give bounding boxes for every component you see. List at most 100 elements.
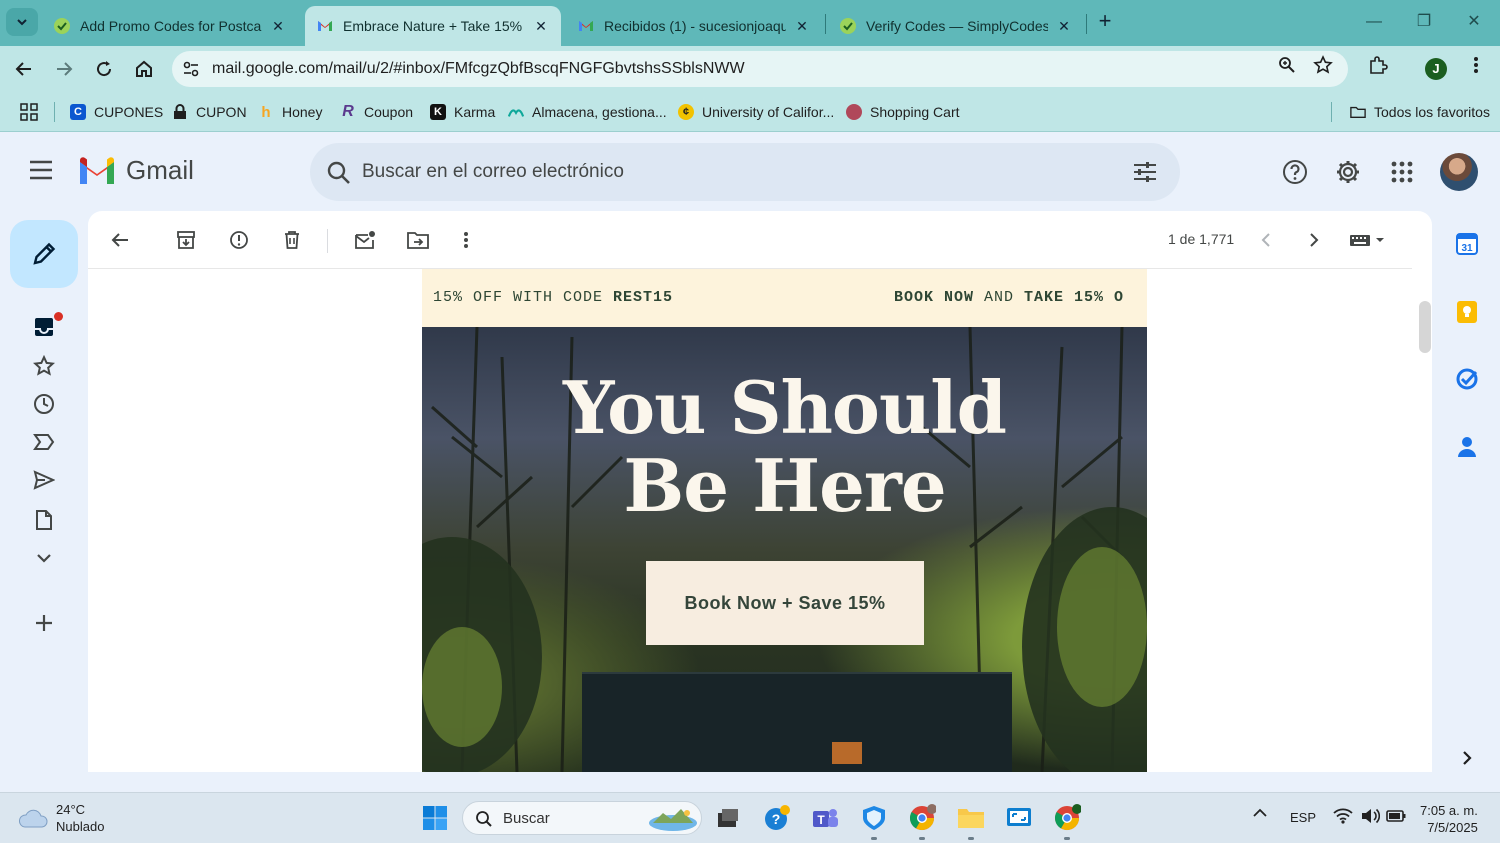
tab-add-promo-codes[interactable]: Add Promo Codes for Postcard ✕ [42, 6, 298, 46]
bookmark-honey[interactable]: h Honey [258, 102, 322, 122]
calendar-icon[interactable]: 31 [1454, 231, 1480, 257]
teams-icon[interactable]: T [810, 803, 840, 833]
move-to-folder-icon[interactable] [406, 228, 430, 252]
address-bar[interactable]: mail.google.com/mail/u/2/#inbox/FMfcgzQb… [172, 51, 1348, 87]
karma-logo-icon: K [430, 104, 446, 120]
start-windows-icon[interactable] [420, 803, 450, 833]
bookmark-label: University of Califor... [702, 104, 835, 120]
delete-trash-icon[interactable] [280, 228, 304, 252]
bookmark-cupones[interactable]: C CUPONES [70, 102, 163, 122]
settings-gear-icon[interactable] [1334, 158, 1362, 186]
profile-avatar[interactable]: J [1425, 58, 1447, 80]
starred-icon[interactable] [30, 352, 58, 380]
scrollbar-thumb[interactable] [1419, 301, 1431, 353]
bookmark-almacena[interactable]: Almacena, gestiona... [508, 102, 667, 122]
bookmark-coupon[interactable]: R Coupon [340, 102, 413, 122]
expand-panel-chevron-icon[interactable] [1454, 745, 1480, 771]
older-chevron-right-icon[interactable] [1302, 228, 1326, 252]
gmail-logo[interactable]: Gmail [78, 155, 194, 186]
file-explorer-icon[interactable] [956, 803, 986, 833]
restore-icon[interactable]: ❐ [1412, 10, 1436, 34]
taskview-icon[interactable] [713, 803, 743, 833]
back-to-inbox-icon[interactable] [108, 228, 132, 252]
bookmark-shopping-cart[interactable]: Shopping Cart [846, 102, 960, 122]
language-indicator[interactable]: ESP [1290, 810, 1316, 825]
bookmark-university[interactable]: ¢ University of Califor... [678, 102, 834, 122]
tab-embrace-nature[interactable]: Embrace Nature + Take 15% Of ✕ [305, 6, 561, 46]
new-tab-plus-icon[interactable]: + [1094, 10, 1116, 33]
mail-view: 1 de 1,771 15% OFF WITH CODE REST15 BOOK… [88, 211, 1432, 772]
bookmark-separator [1331, 102, 1332, 122]
tray-overflow-chevron-icon[interactable] [1252, 807, 1268, 822]
security-shield-icon[interactable] [859, 803, 889, 833]
weather-widget[interactable]: 24°C Nublado [18, 801, 104, 835]
newer-chevron-left-icon[interactable] [1254, 228, 1278, 252]
bookmark-karma[interactable]: K Karma [430, 102, 495, 122]
marquee-take: TAKE 15% O [1024, 289, 1125, 306]
main-menu-icon[interactable] [28, 159, 58, 183]
chrome-icon[interactable] [1052, 803, 1082, 833]
search-options-icon[interactable] [1132, 160, 1158, 184]
forward-button[interactable] [50, 55, 78, 83]
more-chevron-down-icon[interactable] [30, 544, 58, 572]
keep-icon[interactable] [1454, 299, 1480, 325]
tab-close-icon[interactable]: ✕ [270, 18, 286, 34]
svg-text:?: ? [772, 811, 781, 827]
account-avatar[interactable] [1440, 153, 1478, 191]
snoozed-clock-icon[interactable] [30, 390, 58, 418]
reload-button[interactable] [90, 55, 118, 83]
archive-icon[interactable] [174, 228, 198, 252]
compose-button[interactable] [10, 220, 78, 288]
tasks-icon[interactable] [1454, 366, 1480, 392]
all-bookmarks-folder[interactable]: Todos los favoritos [1350, 102, 1490, 122]
contacts-icon[interactable] [1454, 434, 1480, 460]
apps-grid-icon[interactable] [20, 102, 38, 122]
search-input[interactable] [362, 157, 1102, 187]
important-label-icon[interactable] [30, 428, 58, 456]
mark-unread-icon[interactable] [353, 228, 377, 252]
close-window-icon[interactable]: ✕ [1462, 10, 1486, 34]
tab-verify-codes[interactable]: Verify Codes — SimplyCodes ✕ [828, 6, 1084, 46]
tab-search-button[interactable] [6, 8, 38, 36]
volume-icon[interactable] [1360, 808, 1381, 827]
tab-close-icon[interactable]: ✕ [533, 18, 549, 34]
clock-time: 7:05 a. m. [1420, 803, 1478, 818]
more-vert-icon[interactable] [1466, 55, 1486, 75]
google-apps-icon[interactable] [1388, 158, 1416, 186]
search-highlight-image-icon [649, 809, 697, 831]
home-button[interactable] [130, 55, 158, 83]
tab-title: Recibidos (1) - sucesionjoaquin [604, 18, 786, 34]
search-icon [476, 811, 492, 827]
site-info-icon[interactable] [182, 60, 200, 78]
bookmark-star-icon[interactable] [1313, 55, 1333, 75]
running-indicator [919, 837, 925, 840]
mail-search[interactable] [310, 143, 1180, 201]
book-now-button[interactable]: Book Now + Save 15% [646, 561, 924, 645]
taskbar-search[interactable]: Buscar [462, 801, 702, 835]
snipping-tool-icon[interactable] [1004, 803, 1034, 833]
help-icon[interactable] [1281, 158, 1309, 186]
back-button[interactable] [10, 55, 38, 83]
tab-recibidos[interactable]: Recibidos (1) - sucesionjoaquin ✕ [566, 6, 822, 46]
search-icon[interactable] [326, 160, 352, 186]
more-options-icon[interactable] [454, 228, 478, 252]
browser-toolbar: mail.google.com/mail/u/2/#inbox/FMfcgzQb… [0, 46, 1500, 124]
tab-close-icon[interactable]: ✕ [794, 18, 810, 34]
system-clock[interactable]: 7:05 a. m. 7/5/2025 [1420, 802, 1478, 836]
create-label-plus-icon[interactable] [30, 609, 58, 637]
chrome-profile-icon[interactable] [907, 803, 937, 833]
drafts-icon[interactable] [30, 506, 58, 534]
gmail-favicon-icon [579, 21, 593, 31]
tab-close-icon[interactable]: ✕ [1056, 18, 1072, 34]
extensions-icon[interactable] [1368, 55, 1388, 75]
battery-icon[interactable] [1385, 808, 1407, 827]
bookmark-label: Almacena, gestiona... [532, 104, 667, 120]
wifi-icon[interactable] [1333, 808, 1353, 827]
help-tips-icon[interactable]: ? [762, 803, 792, 833]
zoom-icon[interactable] [1277, 55, 1297, 75]
report-spam-icon[interactable] [227, 228, 251, 252]
minimize-icon[interactable]: — [1362, 10, 1386, 34]
sent-icon[interactable] [30, 466, 58, 494]
input-tools-keyboard-icon[interactable] [1346, 228, 1390, 252]
bookmark-cupon[interactable]: CUPON [172, 102, 247, 122]
